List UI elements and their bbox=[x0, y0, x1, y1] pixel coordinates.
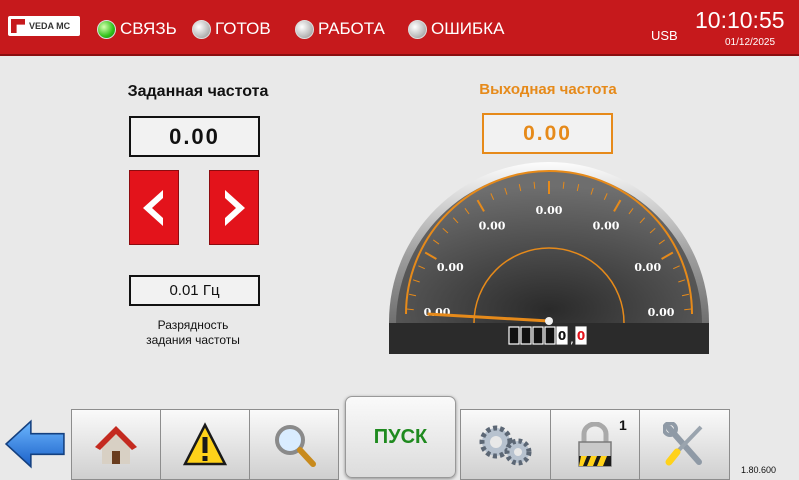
setpoint-value-field[interactable]: 0.00 bbox=[129, 116, 260, 157]
tools-button[interactable] bbox=[639, 409, 730, 480]
step-size-caption: Разрядность задания частоты bbox=[120, 318, 266, 348]
decrease-frequency-button[interactable] bbox=[129, 170, 179, 245]
indicator-ready: ГОТОВ bbox=[192, 19, 271, 39]
home-button[interactable] bbox=[71, 409, 161, 480]
status-led-gray-icon bbox=[192, 19, 211, 39]
odometer-fraction-digit: 0 bbox=[577, 329, 585, 343]
gauge-scale-label: 0.00 bbox=[593, 219, 620, 232]
tools-icon bbox=[662, 421, 702, 465]
gauge-needle-hub bbox=[545, 317, 553, 325]
step-size-field[interactable]: 0.01 Гц bbox=[129, 275, 260, 306]
indicator-label: ГОТОВ bbox=[215, 19, 271, 38]
odometer-integer-digit: 0 bbox=[558, 329, 566, 343]
indicator-label: РАБОТА bbox=[318, 19, 385, 38]
gauge-scale-label: 0.00 bbox=[634, 261, 661, 274]
output-title: Выходная частота bbox=[479, 81, 617, 98]
step-caption-line: Разрядность bbox=[157, 318, 229, 332]
status-led-gray-icon bbox=[295, 19, 314, 39]
status-led-gray-icon bbox=[408, 19, 427, 39]
gauge-scale-label: 0.00 bbox=[536, 204, 563, 217]
clock-date: 01/12/2025 bbox=[725, 37, 776, 48]
logo-text: VEDA MC bbox=[29, 21, 71, 31]
back-button[interactable] bbox=[0, 409, 70, 478]
indicator-running: РАБОТА bbox=[295, 19, 385, 39]
gauge-scale-label: 0.00 bbox=[424, 306, 451, 319]
back-arrow-icon bbox=[4, 419, 65, 468]
indicator-error: ОШИБКА bbox=[408, 19, 504, 39]
lock-icon bbox=[578, 421, 612, 467]
veda-logo: VEDA MC bbox=[8, 16, 80, 36]
output-value-display: 0.00 bbox=[482, 113, 613, 154]
clock-time: 10:10:55 bbox=[695, 7, 785, 33]
output-frequency-gauge: 0.00 0.00 0.00 0.00 0.00 0.00 0.00 0 , 0 bbox=[388, 160, 710, 355]
usb-status: USB bbox=[651, 28, 678, 43]
status-led-green-icon bbox=[97, 19, 116, 39]
home-icon bbox=[95, 425, 137, 464]
gauge-svg: 0.00 0.00 0.00 0.00 0.00 0.00 0.00 0 , 0 bbox=[389, 162, 709, 354]
setpoint-title: Заданная частота bbox=[127, 83, 269, 100]
header-bar: VEDA MC СВЯЗЬ ГОТОВ РАБОТА ОШИБКА USB 10… bbox=[0, 0, 799, 56]
firmware-version: 1.80.600 bbox=[741, 465, 777, 475]
search-icon bbox=[275, 424, 316, 467]
start-button[interactable]: ПУСК bbox=[345, 396, 456, 478]
veda-logo-mark-icon bbox=[11, 19, 25, 33]
settings-button[interactable] bbox=[460, 409, 551, 480]
step-caption-line: задания частоты bbox=[146, 333, 240, 347]
search-button[interactable] bbox=[249, 409, 339, 480]
indicator-label: СВЯЗЬ bbox=[120, 19, 177, 38]
arrow-left-icon bbox=[143, 189, 163, 226]
indicator-label: ОШИБКА bbox=[431, 19, 505, 38]
increase-frequency-button[interactable] bbox=[209, 170, 259, 245]
alarms-button[interactable] bbox=[160, 409, 250, 480]
odometer-decimal-separator: , bbox=[570, 332, 574, 346]
indicator-link: СВЯЗЬ bbox=[97, 19, 177, 39]
gauge-scale-label: 0.00 bbox=[648, 306, 675, 319]
arrow-right-icon bbox=[225, 189, 245, 226]
gears-icon bbox=[479, 425, 531, 465]
gauge-scale-label: 0.00 bbox=[437, 261, 464, 274]
gauge-scale-label: 0.00 bbox=[479, 219, 506, 232]
access-level-number: 1 bbox=[619, 417, 627, 433]
warning-icon bbox=[183, 421, 227, 465]
